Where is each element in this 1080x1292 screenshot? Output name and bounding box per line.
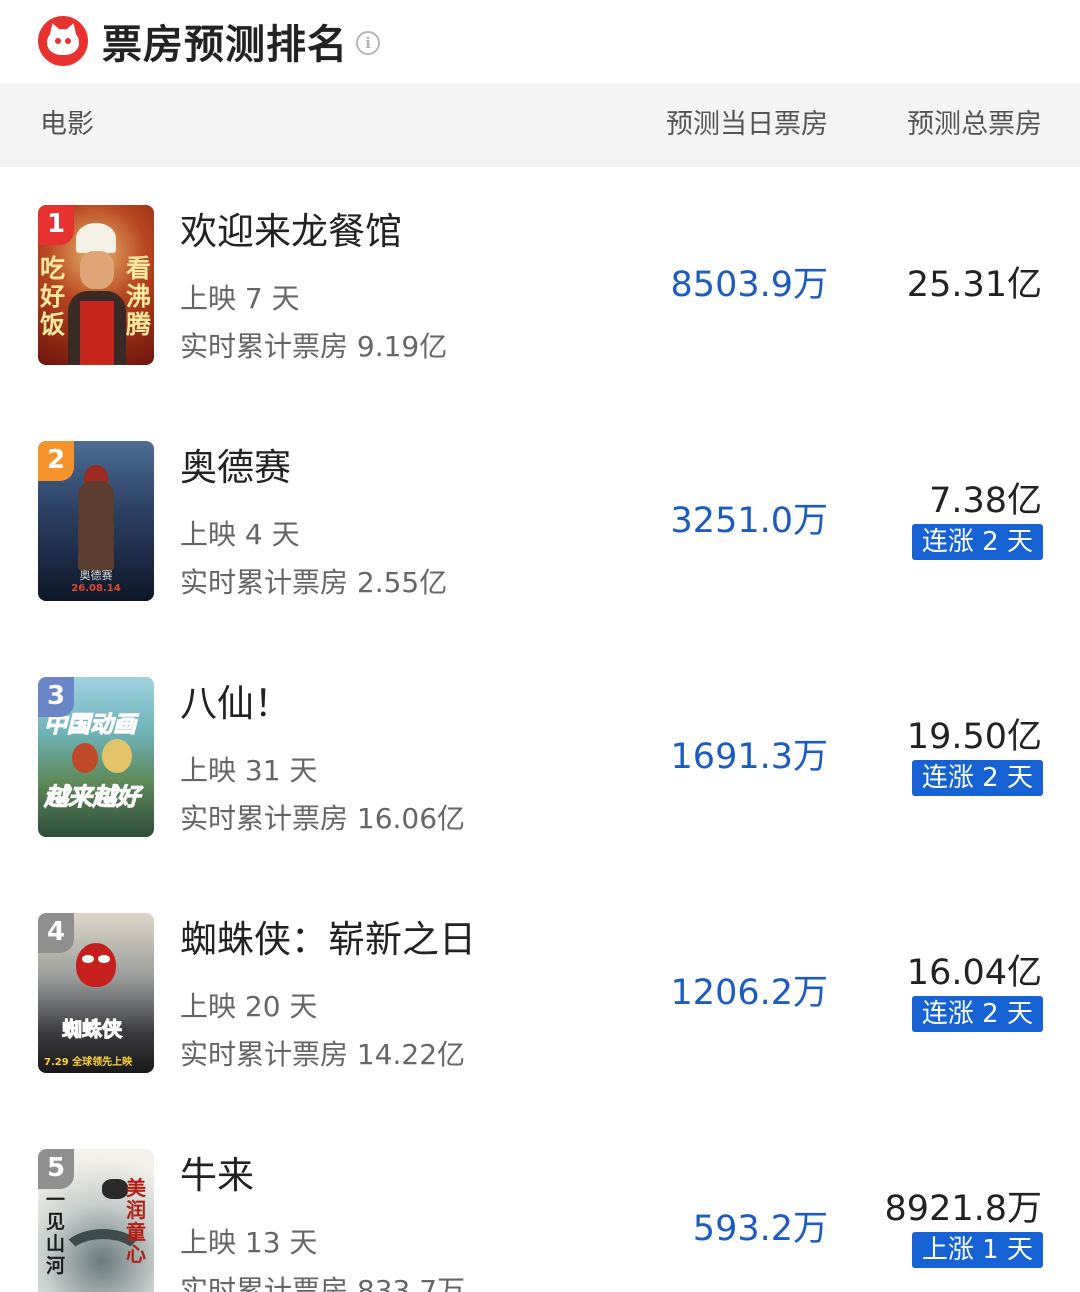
daily-forecast-value: 1206.2万 <box>670 973 828 1013</box>
column-movie: 电影 <box>40 109 94 140</box>
movie-title[interactable]: 奥德赛 <box>180 445 291 491</box>
trend-badge: 连涨 2 天 <box>911 996 1043 1032</box>
box-office-forecast-page: 票房预测排名 i 电影 预测当日票房 预测总票房 吃好饭 看沸腾 1 欢迎来龙餐… <box>0 0 1080 1292</box>
movie-row[interactable]: 奥德赛 26.08.14 2 奥德赛 上映 4 天 实时累计票房 2.55亿 3… <box>0 403 1080 639</box>
total-forecast-value: 25.31亿 <box>906 265 1042 305</box>
page-title: 票房预测排名 <box>102 22 348 68</box>
total-forecast-value: 19.50亿 <box>906 717 1042 757</box>
movie-row[interactable]: 蜘蛛侠 7.29 全球领先上映 4 蜘蛛侠：崭新之日 上映 20 天 实时累计票… <box>0 875 1080 1111</box>
trend-badge: 连涨 2 天 <box>911 524 1043 560</box>
cumulative-box-office: 实时累计票房 833.7万 <box>180 1274 466 1292</box>
movie-poster[interactable]: 蜘蛛侠 7.29 全球领先上映 4 <box>38 913 154 1073</box>
movie-row[interactable]: 美润童心 一见山河 5 牛来 上映 13 天 实时累计票房 833.7万 593… <box>0 1111 1080 1292</box>
movie-title[interactable]: 牛来 <box>180 1153 254 1199</box>
days-released: 上映 13 天 <box>180 1226 318 1259</box>
daily-forecast-value: 3251.0万 <box>670 501 828 541</box>
movie-row[interactable]: 吃好饭 看沸腾 1 欢迎来龙餐馆 上映 7 天 实时累计票房 9.19亿 850… <box>0 167 1080 403</box>
rank-badge: 3 <box>38 677 74 717</box>
total-forecast-value: 7.38亿 <box>929 481 1042 521</box>
cumulative-box-office: 实时累计票房 16.06亿 <box>180 802 466 835</box>
info-icon[interactable]: i <box>356 31 380 55</box>
days-released: 上映 7 天 <box>180 282 300 315</box>
movie-title[interactable]: 蜘蛛侠：崭新之日 <box>180 917 476 963</box>
cat-logo-icon <box>38 16 88 66</box>
column-daily-forecast[interactable]: 预测当日票房 <box>666 109 828 141</box>
trend-badge: 连涨 2 天 <box>911 760 1043 796</box>
rank-badge: 2 <box>38 441 74 481</box>
days-released: 上映 31 天 <box>180 754 318 787</box>
cumulative-box-office: 实时累计票房 9.19亿 <box>180 330 448 363</box>
total-forecast-value: 8921.8万 <box>884 1189 1042 1229</box>
movie-poster[interactable]: 吃好饭 看沸腾 1 <box>38 205 154 365</box>
daily-forecast-value: 8503.9万 <box>670 265 828 305</box>
cumulative-box-office: 实时累计票房 2.55亿 <box>180 566 448 599</box>
movie-title[interactable]: 八仙！ <box>180 681 291 727</box>
days-released: 上映 4 天 <box>180 518 300 551</box>
days-released: 上映 20 天 <box>180 990 318 1023</box>
column-header: 电影 预测当日票房 预测总票房 <box>0 83 1080 167</box>
movie-poster[interactable]: 中国动画 越来越好 3 <box>38 677 154 837</box>
trend-badge: 上涨 1 天 <box>911 1232 1043 1268</box>
rank-badge: 4 <box>38 913 74 953</box>
movie-row[interactable]: 中国动画 越来越好 3 八仙！ 上映 31 天 实时累计票房 16.06亿 16… <box>0 639 1080 875</box>
daily-forecast-value: 1691.3万 <box>670 737 828 777</box>
daily-forecast-value: 593.2万 <box>692 1209 828 1249</box>
total-forecast-value: 16.04亿 <box>906 953 1042 993</box>
title-bar: 票房预测排名 i <box>0 0 1080 82</box>
movie-poster[interactable]: 奥德赛 26.08.14 2 <box>38 441 154 601</box>
movie-title[interactable]: 欢迎来龙餐馆 <box>180 209 402 255</box>
rank-badge: 1 <box>38 205 74 245</box>
rank-badge: 5 <box>38 1149 74 1189</box>
column-total-forecast[interactable]: 预测总票房 <box>907 109 1042 141</box>
cumulative-box-office: 实时累计票房 14.22亿 <box>180 1038 466 1071</box>
movie-poster[interactable]: 美润童心 一见山河 5 <box>38 1149 154 1292</box>
